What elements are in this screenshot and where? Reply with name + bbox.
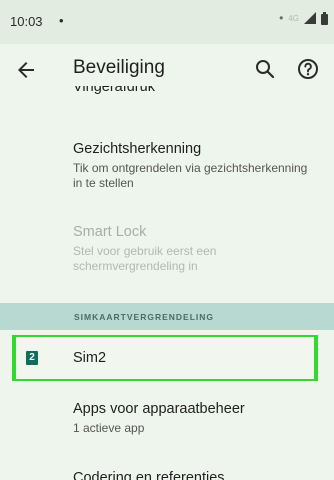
list-item-device-admin[interactable]: Apps voor apparaatbeheer 1 actieve app bbox=[73, 400, 313, 436]
smart-lock-title: Smart Lock bbox=[73, 224, 147, 240]
status-bar: 10:03 • • 4G bbox=[0, 0, 334, 44]
status-dot-icon: • bbox=[279, 11, 284, 25]
section-header-label: SIMKAARTVERGRENDELING bbox=[74, 312, 215, 322]
device-admin-title: Apps voor apparaatbeheer bbox=[73, 401, 245, 417]
status-time: 10:03 bbox=[10, 14, 43, 29]
search-icon[interactable] bbox=[253, 57, 277, 81]
list-item-encryption[interactable]: Codering en referenties bbox=[73, 470, 313, 480]
battery-icon bbox=[321, 11, 328, 25]
sim2-label: Sim2 bbox=[73, 350, 107, 366]
arrow-back-icon[interactable] bbox=[14, 58, 38, 82]
encryption-title: Codering en referenties bbox=[73, 470, 225, 480]
face-unlock-subtitle: Tik om ontgrendelen via gezichtsherkenni… bbox=[73, 161, 308, 190]
list-item-smart-lock: Smart Lock Stel voor gebruik eerst een s… bbox=[73, 223, 313, 274]
smart-lock-subtitle: Stel voor gebruik eerst een schermvergre… bbox=[73, 244, 217, 273]
section-header-sim-lock: SIMKAARTVERGRENDELING bbox=[0, 303, 334, 330]
signal-icon bbox=[304, 12, 316, 24]
help-icon[interactable] bbox=[296, 57, 320, 81]
list-item-face-unlock[interactable]: Gezichtsherkenning Tik om ontgrendelen v… bbox=[73, 140, 313, 191]
device-admin-subtitle: 1 actieve app bbox=[73, 421, 145, 435]
face-unlock-title: Gezichtsherkenning bbox=[73, 141, 202, 157]
fingerprint-title: Vingerafdruk bbox=[73, 86, 155, 95]
status-icons: • 4G bbox=[279, 11, 328, 25]
sim-card-icon: 2 bbox=[26, 351, 38, 365]
list-item-fingerprint[interactable]: Vingerafdruk bbox=[73, 86, 313, 101]
page-title: Beveiliging bbox=[73, 57, 165, 78]
notification-dot: • bbox=[59, 13, 64, 28]
network-type-label: 4G bbox=[288, 13, 299, 23]
list-item-sim2[interactable]: 2 Sim2 bbox=[12, 335, 318, 381]
